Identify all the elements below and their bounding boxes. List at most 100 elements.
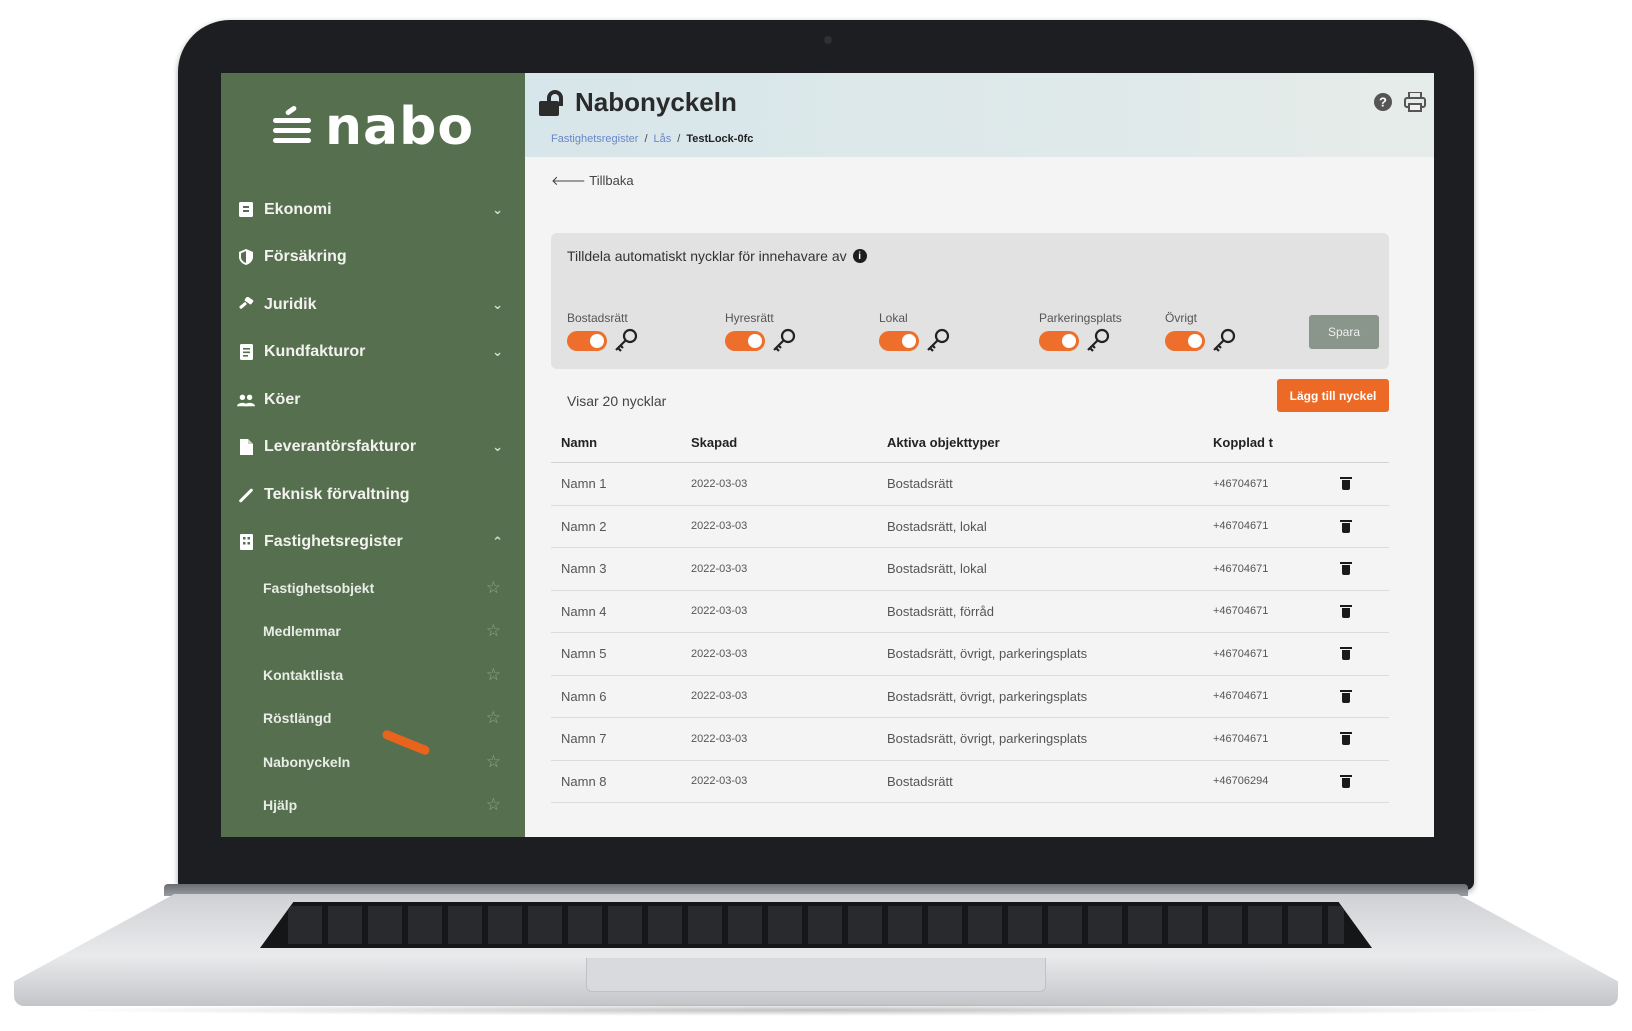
lokal-switch[interactable] [879, 331, 919, 351]
column-header-linked[interactable]: Kopplad t [1213, 435, 1341, 450]
gavel-icon [237, 296, 255, 313]
column-header-types[interactable]: Aktiva objekttyper [887, 435, 1213, 450]
toggle-label: Hyresrätt [725, 311, 774, 325]
camera [824, 36, 832, 44]
auto-assign-title-text: Tilldela automatiskt nycklar för innehav… [567, 248, 847, 264]
bostadsratt-switch[interactable] [567, 331, 607, 351]
breadcrumb-link[interactable]: Fastighetsregister [551, 133, 638, 145]
auto-assign-title: Tilldela automatiskt nycklar för innehav… [567, 248, 867, 264]
trackpad-notch [586, 958, 1046, 992]
table-row[interactable]: Namn 5 2022-03-03 Bostadsrätt, övrigt, p… [551, 633, 1389, 676]
sidebar-subitem-fastighetsobjekt[interactable]: Fastighetsobjekt ☆ [221, 566, 525, 610]
cell-types: Bostadsrätt, förråd [887, 603, 994, 619]
sidebar-item-kundfakturor[interactable]: Kundfakturor ⌄ [221, 329, 525, 377]
cell-linked: +46704671 [1213, 605, 1269, 618]
ovrigt-switch[interactable] [1165, 331, 1205, 351]
print-icon[interactable] [1404, 91, 1426, 113]
star-icon[interactable]: ☆ [486, 621, 501, 641]
sidebar-item-forsakring[interactable]: Försäkring [221, 234, 525, 282]
trash-icon[interactable] [1340, 519, 1352, 533]
sidebar-item-leverantorsfakturor[interactable]: Leverantörsfakturor ⌄ [221, 424, 525, 472]
document-icon [237, 439, 255, 456]
back-link[interactable]: 🡐 Tillbaka [551, 173, 634, 189]
trash-icon[interactable] [1340, 732, 1352, 746]
trash-icon[interactable] [1340, 477, 1352, 491]
sidebar-subitem-label: Fastighetsobjekt [263, 579, 375, 596]
save-button[interactable]: Spara [1309, 315, 1379, 349]
sidebar-subitem-kontaktlista[interactable]: Kontaktlista ☆ [221, 653, 525, 697]
add-key-button[interactable]: Lägg till nyckel [1277, 379, 1389, 412]
trash-icon[interactable] [1340, 689, 1352, 703]
page-title: Nabonyckeln [575, 87, 737, 117]
star-icon[interactable]: ☆ [486, 578, 501, 598]
sidebar-item-teknisk-forvaltning[interactable]: Teknisk förvaltning [221, 471, 525, 519]
help-icon[interactable]: ? [1372, 91, 1394, 113]
cell-types: Bostadsrätt, lokal [887, 561, 987, 577]
cell-linked: +46704671 [1213, 690, 1269, 703]
cell-types: Bostadsrätt [887, 773, 953, 789]
breadcrumb-separator: / [644, 133, 648, 145]
parkeringsplats-switch[interactable] [1039, 331, 1079, 351]
sidebar-nav: Ekonomi ⌄ Försäkring Juridik ⌄ Kundfaktu… [221, 186, 525, 827]
star-icon[interactable]: ☆ [486, 752, 501, 772]
auto-assign-panel: Tilldela automatiskt nycklar för innehav… [551, 233, 1389, 369]
main-content: Nabonyckeln Fastighetsregister / Lås / TestL… [525, 73, 1434, 837]
table-header: Namn Skapad Aktiva objekttyper Kopplad t [551, 423, 1389, 463]
sidebar-item-koer[interactable]: Köer [221, 376, 525, 424]
cell-name: Namn 6 [561, 688, 607, 704]
key-icon [1087, 328, 1110, 352]
cell-linked: +46704671 [1213, 562, 1269, 575]
key-icon [927, 328, 950, 352]
star-icon[interactable]: ☆ [486, 795, 501, 815]
key-icon [1213, 328, 1236, 352]
table-row[interactable]: Namn 1 2022-03-03 Bostadsrätt +46704671 [551, 463, 1389, 506]
sidebar-item-label: Leverantörsfakturor [264, 438, 417, 456]
trash-icon[interactable] [1340, 774, 1352, 788]
cell-created: 2022-03-03 [691, 732, 748, 745]
sidebar-item-label: Ekonomi [264, 200, 332, 218]
sidebar-subitem-rostlangd[interactable]: Röstlängd ☆ [221, 697, 525, 741]
sidebar-item-fastighetsregister[interactable]: Fastighetsregister ⌃ [221, 519, 525, 567]
hyresratt-switch[interactable] [725, 331, 765, 351]
table-row[interactable]: Namn 7 2022-03-03 Bostadsrätt, övrigt, p… [551, 718, 1389, 761]
toggle-lokal: Lokal [879, 311, 951, 354]
table-row[interactable]: Namn 8 2022-03-03 Bostadsrätt +46706294 [551, 761, 1389, 803]
cell-types: Bostadsrätt [887, 476, 953, 492]
logo[interactable]: nabo [269, 101, 474, 153]
cell-name: Namn 8 [561, 773, 607, 789]
trash-icon[interactable] [1340, 647, 1352, 661]
sidebar-item-ekonomi[interactable]: Ekonomi ⌄ [221, 186, 525, 234]
table-row[interactable]: Namn 4 2022-03-03 Bostadsrätt, förråd +4… [551, 591, 1389, 633]
breadcrumb-link[interactable]: Lås [654, 133, 672, 145]
sidebar-subitem-hjalp[interactable]: Hjälp ☆ [221, 784, 525, 828]
page-header: Nabonyckeln Fastighetsregister / Lås / TestL… [525, 73, 1434, 157]
chevron-down-icon[interactable]: ⌄ [492, 202, 503, 218]
sidebar-subitem-nabonyckeln[interactable]: Nabonyckeln ☆ [221, 740, 525, 784]
chevron-down-icon[interactable]: ⌄ [492, 439, 503, 455]
sidebar-item-juridik[interactable]: Juridik ⌄ [221, 281, 525, 329]
sidebar-subitem-label: Medlemmar [263, 623, 341, 640]
table-row[interactable]: Namn 6 2022-03-03 Bostadsrätt, övrigt, p… [551, 676, 1389, 718]
chevron-down-icon[interactable]: ⌄ [492, 297, 503, 313]
table-row[interactable]: Namn 2 2022-03-03 Bostadsrätt, lokal +46… [551, 506, 1389, 548]
trash-icon[interactable] [1340, 604, 1352, 618]
cell-created: 2022-03-03 [691, 775, 748, 788]
keys-table: Namn Skapad Aktiva objekttyper Kopplad t… [551, 423, 1389, 803]
column-header-name[interactable]: Namn [551, 435, 691, 450]
shield-icon [237, 249, 255, 266]
sidebar-item-label: Kundfakturor [264, 343, 366, 361]
trash-icon[interactable] [1340, 562, 1352, 576]
key-count: Visar 20 nycklar [567, 393, 667, 409]
chevron-down-icon[interactable]: ⌄ [492, 344, 503, 360]
cell-linked: +46704671 [1213, 647, 1269, 660]
laptop-base [14, 884, 1618, 1019]
chevron-up-icon[interactable]: ⌃ [492, 534, 503, 550]
info-icon[interactable]: i [852, 249, 867, 263]
sidebar-subitem-medlemmar[interactable]: Medlemmar ☆ [221, 610, 525, 654]
table-row[interactable]: Namn 3 2022-03-03 Bostadsrätt, lokal +46… [551, 548, 1389, 591]
title-row: Nabonyckeln [539, 87, 737, 118]
star-icon[interactable]: ☆ [486, 708, 501, 728]
column-header-created[interactable]: Skapad [691, 435, 887, 450]
cell-linked: +46704671 [1213, 477, 1269, 490]
star-icon[interactable]: ☆ [486, 665, 501, 685]
